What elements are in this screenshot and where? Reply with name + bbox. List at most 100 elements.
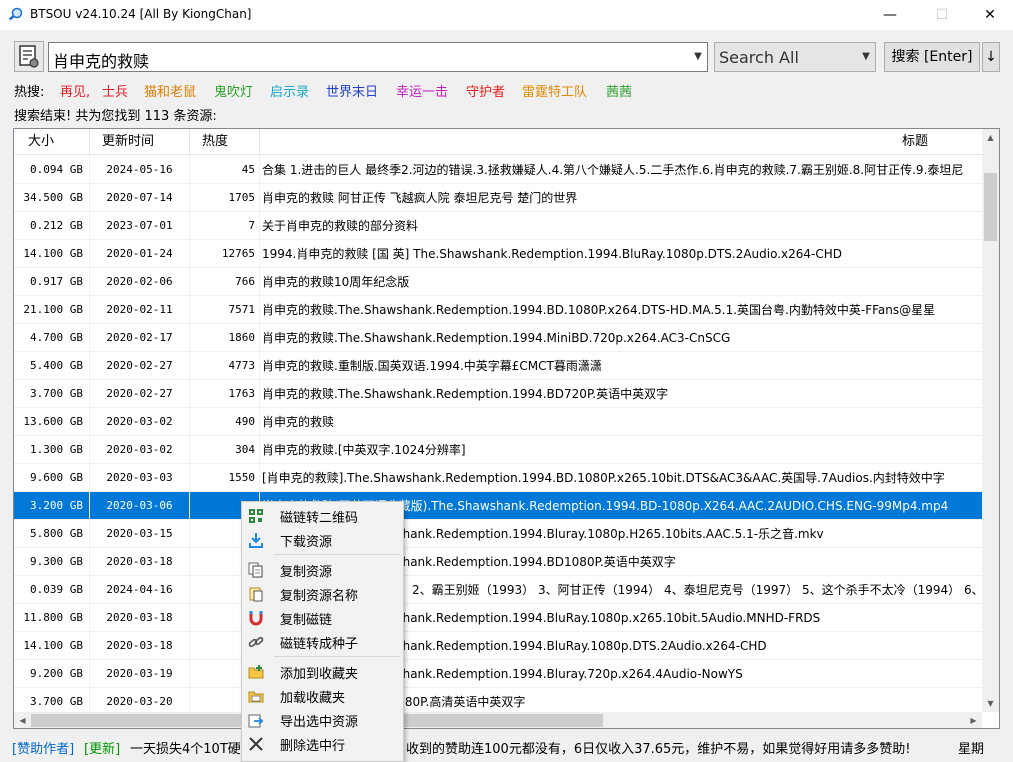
cell-heat: 1860 [190,324,260,352]
cell-size: 0.039 GB [14,576,90,604]
scroll-left-icon[interactable]: ◀ [14,712,31,728]
cell-size: 34.500 GB [14,184,90,212]
table-row[interactable]: 21.100 GB 2020-02-11 7571 肖申克的救赎.The.Shawsh… [14,296,982,324]
table-row[interactable]: 1.300 GB 2020-03-02 304 肖申克的救赎.[中英双字.1024分辨… [14,436,982,464]
cell-heat: 766 [190,268,260,296]
scroll-up-icon[interactable]: ▲ [982,129,999,146]
table-row[interactable]: 34.500 GB 2020-07-14 1705 肖申克的救赎 阿甘正传 飞越疯人院… [14,184,982,212]
close-button[interactable]: ✕ [967,0,1013,31]
table-header: 大小 更新时间 热度 标题 [14,129,982,155]
search-status: 搜索结束! 共为您找到 113 条资源: [14,109,217,124]
cell-date: 2020-03-06 [90,492,190,520]
cell-size: 11.800 GB [14,604,90,632]
table-row[interactable]: 4.700 GB 2020-02-17 1860 肖申克的救赎.The.Shawsha… [14,324,982,352]
column-header-size[interactable]: 大小 [14,129,90,155]
vertical-scrollbar[interactable]: ▲ ▼ [982,129,999,712]
cell-date: 2020-03-02 [90,436,190,464]
menu-item-delete-row[interactable]: 删除选中行 [244,732,401,756]
table-row[interactable]: 5.800 GB2020-03-151肖申克的救赎.The.Shawshank.… [14,520,982,548]
cell-date: 2024-04-16 [90,576,190,604]
minimize-button[interactable]: — [867,0,913,31]
cell-date: 2020-02-27 [90,352,190,380]
table-row[interactable]: 9.200 GB2020-03-1949肖申克的救赎.The.Shawshank… [14,660,982,688]
cell-date: 2020-02-06 [90,268,190,296]
menu-item-export[interactable]: 导出选中资源 [244,708,401,732]
column-header-title[interactable]: 标题 [260,129,982,155]
hot-search-item[interactable]: 幸运一击 [396,81,448,100]
menu-item-copy-magnet[interactable]: 复制磁链 [244,606,401,630]
search-scope-select[interactable]: Search All ▼ [714,42,876,72]
menu-separator [274,554,400,555]
hot-search-item[interactable]: 守护者 [466,81,505,100]
hot-search-item[interactable]: 启示录 [270,81,309,100]
table-row[interactable]: 3.700 GB 2020-02-27 1763 肖申克的救赎.The.Shawsha… [14,380,982,408]
load-favorite-icon [248,691,264,703]
update-link[interactable]: [更新] [84,738,120,757]
hot-search-item[interactable]: 世界末日 [326,81,378,100]
window-title: BTSOU v24.10.24 [All By KiongChan] [30,7,252,21]
menu-item-load-favorite[interactable]: 加载收藏夹 [244,684,401,708]
sponsor-link[interactable]: [赞助作者] [12,738,74,757]
cell-title: 合集 1.进击的巨人 最终季2.河边的错误.3.拯救嫌疑人.4.第八个嫌疑人.5… [262,163,964,177]
table-row[interactable]: 9.300 GB2020-03-1857肖申克的救赎.The.Shawshank… [14,548,982,576]
cell-heat: 490 [190,408,260,436]
table-row[interactable]: 14.100 GB2020-03-1824肖申克的救赎.The.Shawshan… [14,632,982,660]
status-message-left: 一天损失4个10T硬 [130,742,241,757]
export-icon [248,714,264,728]
table-row[interactable]: 5.400 GB 2020-02-27 4773 肖申克的救赎.重制版.国英双语.19… [14,352,982,380]
scroll-down-icon[interactable]: ▼ [982,695,999,712]
cell-date: 2020-03-18 [90,604,190,632]
table-row[interactable]: 9.600 GB 2020-03-03 1550 [肖申克的救赎].The.Shaws… [14,464,982,492]
cell-date: 2020-02-27 [90,380,190,408]
menu-item-copy-name[interactable]: 复制资源名称 [244,582,401,606]
scroll-right-icon[interactable]: ▶ [965,712,982,728]
chevron-down-icon[interactable]: ▼ [691,48,705,66]
horizontal-scrollbar[interactable]: ◀ ▶ [14,712,982,728]
more-options-button[interactable]: ↓ [982,42,1000,72]
cell-heat: 12765 [190,240,260,268]
cell-date: 2020-03-19 [90,660,190,688]
cell-title: 肖申克的救赎 [262,415,335,429]
menu-item-download[interactable]: 下载资源 [244,528,401,552]
table-row[interactable]: 0.094 GB 2024-05-16 45 合集 1.进击的巨人 最终季2.河边的错… [14,156,982,184]
hot-search-item[interactable]: 再见, [60,81,90,100]
hot-search-item[interactable]: 鬼吹灯 [214,81,253,100]
menu-item-add-favorite[interactable]: 添加到收藏夹 [244,660,401,684]
search-input[interactable]: 肖申克的救赎 ▼ [48,42,708,72]
hot-search-item[interactable]: 士兵 [102,81,128,100]
menu-item-magnet-to-torrent[interactable]: 磁链转成种子 [244,630,401,654]
maximize-button[interactable]: ☐ [919,0,965,31]
cell-date: 2024-05-16 [90,156,190,184]
cell-heat: 1705 [190,184,260,212]
search-settings-button[interactable] [14,41,44,72]
menu-item-copy-resource[interactable]: 复制资源 [244,558,401,582]
menu-item-label: 复制资源名称 [280,589,359,604]
cell-date: 2020-01-24 [90,240,190,268]
cell-title: [肖申克的救赎].The.Shawshank.Redemption.1994.B… [262,471,945,485]
menu-item-label: 添加到收藏夹 [280,667,359,682]
column-header-date[interactable]: 更新时间 [90,129,190,155]
hot-search-item[interactable]: 茜茜 [606,81,632,100]
search-button[interactable]: 搜索 [Enter] [884,42,980,72]
menu-item-label: 复制磁链 [280,613,333,628]
results-table[interactable]: 大小 更新时间 热度 标题 0.094 GB 2024-05-16 45 合集 1.进… [13,128,1000,729]
column-header-heat[interactable]: 热度 [190,129,260,155]
hot-search-item[interactable]: 猫和老鼠 [144,81,196,100]
cell-heat: 1550 [190,464,260,492]
cell-heat: 7 [190,212,260,240]
cell-heat: 7571 [190,296,260,324]
cell-size: 21.100 GB [14,296,90,324]
table-row[interactable]: 13.600 GB 2020-03-02 490 肖申克的救赎 [14,408,982,436]
cell-date: 2020-02-17 [90,324,190,352]
menu-item-qr-code[interactable]: 磁链转二维码 [244,504,401,528]
table-row[interactable]: 0.917 GB 2020-02-06 766 肖申克的救赎10周年纪念版 [14,268,982,296]
table-row[interactable]: 0.039 GB2024-04-1621、肖申克的救赎（1994） 2、霸王别姬… [14,576,982,604]
table-row[interactable]: 3.200 GB2020-03-0619肖申克的救赎(国英双语收藏版).The.… [14,492,982,520]
hot-search-item[interactable]: 雷霆特工队 [522,81,587,100]
add-favorite-icon [248,665,264,679]
table-row[interactable]: 11.800 GB2020-03-1815肖申克的救赎.The.Shawshan… [14,604,982,632]
vertical-scroll-thumb[interactable] [984,173,997,241]
table-row[interactable]: 0.212 GB 2023-07-01 7 关于肖申克的救赎的部分资料 [14,212,982,240]
copy-icon [248,562,263,578]
table-row[interactable]: 14.100 GB 2020-01-24 12765 1994.肖申克的救赎 [国 英… [14,240,982,268]
